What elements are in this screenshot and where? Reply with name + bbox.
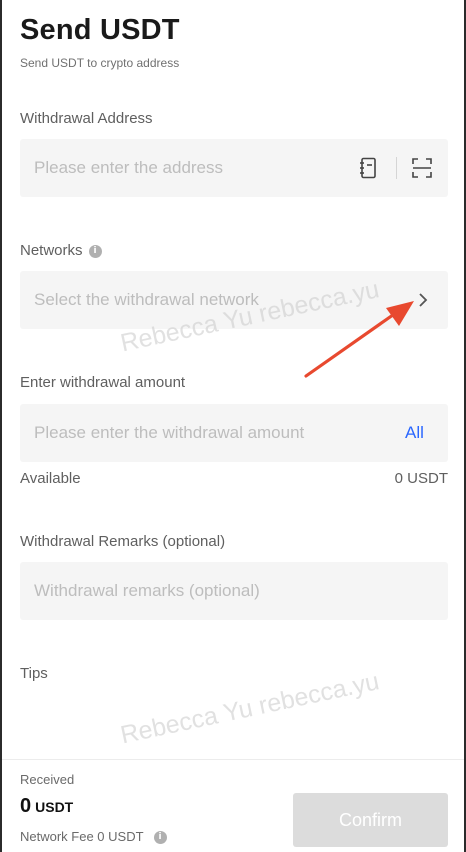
address-book-icon[interactable] bbox=[359, 157, 377, 179]
received-amount-value: 0 bbox=[20, 795, 32, 817]
received-amount: 0 USDT bbox=[20, 795, 73, 818]
info-icon[interactable]: i bbox=[88, 244, 102, 258]
withdrawal-address-placeholder: Please enter the address bbox=[34, 158, 224, 177]
withdrawal-address-input[interactable]: Please enter the address bbox=[20, 139, 448, 197]
page-title: Send USDT bbox=[20, 14, 180, 46]
network-fee-text: Network Fee 0 USDT bbox=[20, 829, 144, 844]
left-frame-border bbox=[0, 0, 2, 852]
withdrawal-remarks-input[interactable]: Withdrawal remarks (optional) bbox=[20, 562, 448, 620]
all-amount-button[interactable]: All bbox=[405, 423, 424, 443]
received-label: Received bbox=[20, 772, 75, 787]
network-select-placeholder: Select the withdrawal network bbox=[34, 290, 259, 309]
withdrawal-amount-placeholder: Please enter the withdrawal amount bbox=[34, 423, 305, 442]
icon-divider bbox=[396, 157, 397, 179]
withdrawal-address-label: Withdrawal Address bbox=[20, 110, 153, 127]
received-amount-unit: USDT bbox=[35, 799, 74, 815]
networks-label-text: Networks bbox=[20, 242, 83, 259]
confirm-button[interactable]: Confirm bbox=[293, 793, 448, 847]
withdrawal-remarks-placeholder: Withdrawal remarks (optional) bbox=[34, 581, 260, 600]
scan-icon[interactable] bbox=[411, 157, 433, 179]
annotation-arrow-icon bbox=[304, 301, 414, 378]
fee-info-icon[interactable]: i bbox=[153, 831, 167, 845]
withdrawal-amount-input[interactable]: Please enter the withdrawal amount All bbox=[20, 404, 448, 462]
watermark: Rebecca Yu rebecca.yu bbox=[118, 667, 382, 750]
networks-label: Networks i bbox=[20, 242, 102, 259]
footer-divider bbox=[2, 759, 464, 760]
network-fee: Network Fee 0 USDT i bbox=[20, 829, 167, 845]
withdrawal-amount-label: Enter withdrawal amount bbox=[20, 374, 186, 391]
tips-heading: Tips bbox=[20, 665, 48, 682]
available-value: 0 USDT bbox=[394, 470, 448, 487]
withdrawal-remarks-label: Withdrawal Remarks (optional) bbox=[20, 533, 226, 550]
available-label: Available bbox=[20, 470, 81, 487]
page-subtitle: Send USDT to crypto address bbox=[20, 56, 180, 70]
